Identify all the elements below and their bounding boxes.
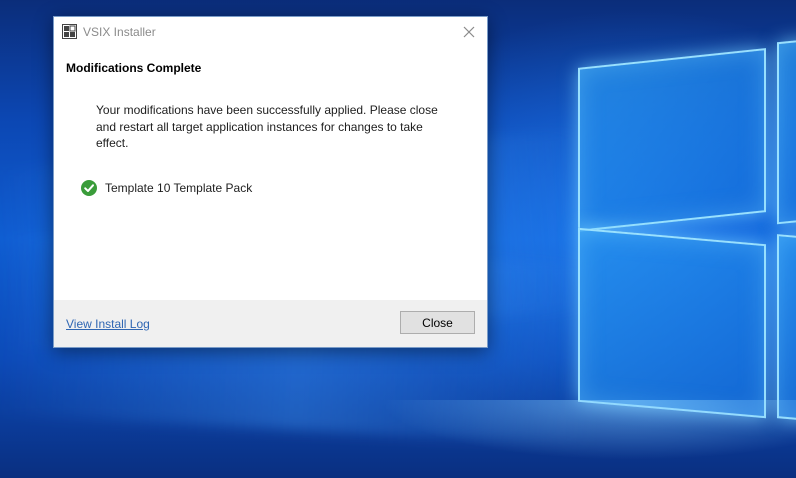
vsix-installer-icon <box>62 24 77 39</box>
window-title: VSIX Installer <box>83 25 156 39</box>
close-button[interactable]: Close <box>400 311 475 334</box>
dialog-heading: Modifications Complete <box>66 61 202 75</box>
extension-item: Template 10 Template Pack <box>81 179 252 197</box>
completion-message: Your modifications have been successfull… <box>96 103 438 150</box>
extension-name: Template 10 Template Pack <box>105 181 253 195</box>
title-bar: VSIX Installer <box>54 17 487 47</box>
windows-logo-pane <box>578 48 766 232</box>
windows-logo-pane <box>578 227 766 419</box>
close-icon[interactable] <box>457 22 481 42</box>
check-circle-icon <box>81 180 97 196</box>
windows-logo-pane <box>777 37 796 225</box>
windows-logo-pane <box>777 234 796 422</box>
vsix-installer-dialog: VSIX Installer Modifications Complete Yo… <box>53 16 488 348</box>
dialog-footer: View Install Log Close <box>54 300 487 347</box>
view-install-log-link[interactable]: View Install Log <box>66 317 150 331</box>
